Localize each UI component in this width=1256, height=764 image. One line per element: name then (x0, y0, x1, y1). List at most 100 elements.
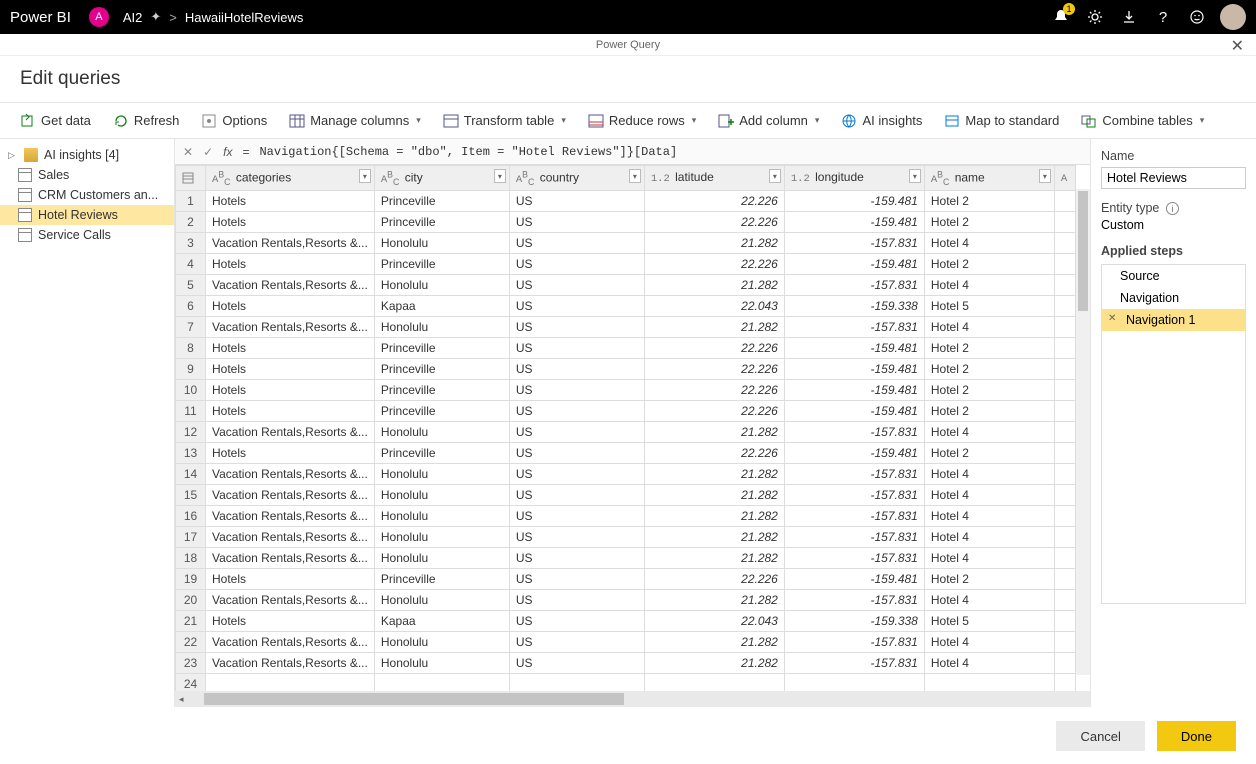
cell-extra[interactable] (1054, 652, 1075, 673)
cell-city[interactable]: Honolulu (374, 547, 509, 568)
table-row[interactable]: 12Vacation Rentals,Resorts &...HonoluluU… (176, 421, 1076, 442)
row-number[interactable]: 17 (176, 526, 206, 547)
cell-longitude[interactable] (784, 673, 924, 691)
cell-extra[interactable] (1054, 505, 1075, 526)
cell-categories[interactable]: Hotels (206, 379, 375, 400)
cell-name[interactable]: Hotel 2 (924, 190, 1054, 211)
cell-categories[interactable]: Vacation Rentals,Resorts &... (206, 421, 375, 442)
table-row[interactable]: 21HotelsKapaaUS22.043-159.338Hotel 5 (176, 610, 1076, 631)
cell-name[interactable]: Hotel 2 (924, 568, 1054, 589)
column-header-name[interactable]: ABC name▾ (924, 166, 1054, 191)
cell-categories[interactable]: Hotels (206, 610, 375, 631)
row-number[interactable]: 20 (176, 589, 206, 610)
cell-latitude[interactable]: 22.226 (644, 253, 784, 274)
row-number[interactable]: 19 (176, 568, 206, 589)
column-filter-icon[interactable]: ▾ (909, 169, 921, 183)
cell-country[interactable]: US (509, 547, 644, 568)
table-row[interactable]: 22Vacation Rentals,Resorts &...HonoluluU… (176, 631, 1076, 652)
cell-extra[interactable] (1054, 547, 1075, 568)
table-row[interactable]: 17Vacation Rentals,Resorts &...HonoluluU… (176, 526, 1076, 547)
fx-icon[interactable]: fx (223, 145, 232, 159)
cell-country[interactable]: US (509, 274, 644, 295)
table-row[interactable]: 23Vacation Rentals,Resorts &...HonoluluU… (176, 652, 1076, 673)
row-number[interactable]: 21 (176, 610, 206, 631)
cell-extra[interactable] (1054, 526, 1075, 547)
cell-longitude[interactable]: -159.481 (784, 253, 924, 274)
table-row[interactable]: 15Vacation Rentals,Resorts &...HonoluluU… (176, 484, 1076, 505)
column-header-longitude[interactable]: 1.2 longitude▾ (784, 166, 924, 191)
cell-latitude[interactable]: 22.043 (644, 610, 784, 631)
cell-longitude[interactable]: -157.831 (784, 232, 924, 253)
cell-city[interactable]: Princeville (374, 253, 509, 274)
cell-city[interactable]: Princeville (374, 568, 509, 589)
row-number[interactable]: 10 (176, 379, 206, 400)
transform-table-button[interactable]: Transform table ▾ (437, 110, 572, 132)
cell-latitude[interactable]: 22.226 (644, 190, 784, 211)
cell-latitude[interactable]: 21.282 (644, 526, 784, 547)
cell-longitude[interactable]: -159.481 (784, 358, 924, 379)
cell-country[interactable]: US (509, 358, 644, 379)
cell-city[interactable]: Princeville (374, 211, 509, 232)
cell-name[interactable]: Hotel 4 (924, 589, 1054, 610)
cell-country[interactable]: US (509, 400, 644, 421)
cell-extra[interactable] (1054, 421, 1075, 442)
cell-country[interactable]: US (509, 379, 644, 400)
cell-extra[interactable] (1054, 190, 1075, 211)
vertical-scrollbar[interactable] (1076, 189, 1090, 675)
cell-city[interactable]: Honolulu (374, 652, 509, 673)
cell-country[interactable]: US (509, 253, 644, 274)
formula-cancel-icon[interactable]: ✕ (183, 145, 193, 159)
table-row[interactable]: 4HotelsPrincevilleUS22.226-159.481Hotel … (176, 253, 1076, 274)
column-filter-icon[interactable]: ▾ (494, 169, 506, 183)
cell-longitude[interactable]: -159.481 (784, 442, 924, 463)
cell-country[interactable]: US (509, 337, 644, 358)
row-number[interactable]: 2 (176, 211, 206, 232)
cell-name[interactable]: Hotel 4 (924, 316, 1054, 337)
cell-name[interactable]: Hotel 2 (924, 400, 1054, 421)
cell-latitude[interactable]: 21.282 (644, 484, 784, 505)
cell-categories[interactable]: Hotels (206, 253, 375, 274)
cell-name[interactable]: Hotel 4 (924, 505, 1054, 526)
info-icon[interactable]: i (1166, 202, 1179, 215)
cell-latitude[interactable]: 22.043 (644, 295, 784, 316)
cell-longitude[interactable]: -159.481 (784, 211, 924, 232)
cell-longitude[interactable]: -159.481 (784, 190, 924, 211)
cell-categories[interactable]: Vacation Rentals,Resorts &... (206, 526, 375, 547)
cell-extra[interactable] (1054, 379, 1075, 400)
column-filter-icon[interactable]: ▾ (629, 169, 641, 183)
cell-latitude[interactable]: 22.226 (644, 211, 784, 232)
combine-tables-button[interactable]: Combine tables ▾ (1075, 110, 1210, 132)
table-row[interactable]: 11HotelsPrincevilleUS22.226-159.481Hotel… (176, 400, 1076, 421)
row-number[interactable]: 13 (176, 442, 206, 463)
cell-name[interactable]: Hotel 2 (924, 442, 1054, 463)
cell-city[interactable] (374, 673, 509, 691)
reduce-rows-button[interactable]: Reduce rows ▾ (582, 110, 702, 132)
cell-city[interactable]: Princeville (374, 400, 509, 421)
cell-categories[interactable] (206, 673, 375, 691)
cell-extra[interactable] (1054, 358, 1075, 379)
row-number[interactable]: 23 (176, 652, 206, 673)
applied-step[interactable]: Navigation 1 (1102, 309, 1245, 331)
table-row[interactable]: 18Vacation Rentals,Resorts &...HonoluluU… (176, 547, 1076, 568)
cell-categories[interactable]: Vacation Rentals,Resorts &... (206, 589, 375, 610)
manage-columns-button[interactable]: Manage columns ▾ (283, 110, 427, 132)
cell-name[interactable]: Hotel 2 (924, 211, 1054, 232)
cell-latitude[interactable] (644, 673, 784, 691)
cell-country[interactable]: US (509, 484, 644, 505)
cell-name[interactable]: Hotel 4 (924, 652, 1054, 673)
cell-latitude[interactable]: 21.282 (644, 274, 784, 295)
cell-latitude[interactable]: 22.226 (644, 442, 784, 463)
cell-categories[interactable]: Vacation Rentals,Resorts &... (206, 631, 375, 652)
cell-city[interactable]: Kapaa (374, 610, 509, 631)
cell-categories[interactable]: Hotels (206, 211, 375, 232)
table-row[interactable]: 3Vacation Rentals,Resorts &...HonoluluUS… (176, 232, 1076, 253)
cell-extra[interactable] (1054, 631, 1075, 652)
table-row[interactable]: 1HotelsPrincevilleUS22.226-159.481Hotel … (176, 190, 1076, 211)
table-row[interactable]: 2HotelsPrincevilleUS22.226-159.481Hotel … (176, 211, 1076, 232)
row-number[interactable]: 9 (176, 358, 206, 379)
formula-commit-icon[interactable]: ✓ (203, 145, 213, 159)
cell-name[interactable]: Hotel 4 (924, 274, 1054, 295)
query-item[interactable]: Service Calls (0, 225, 174, 245)
cell-extra[interactable] (1054, 400, 1075, 421)
cell-country[interactable]: US (509, 568, 644, 589)
